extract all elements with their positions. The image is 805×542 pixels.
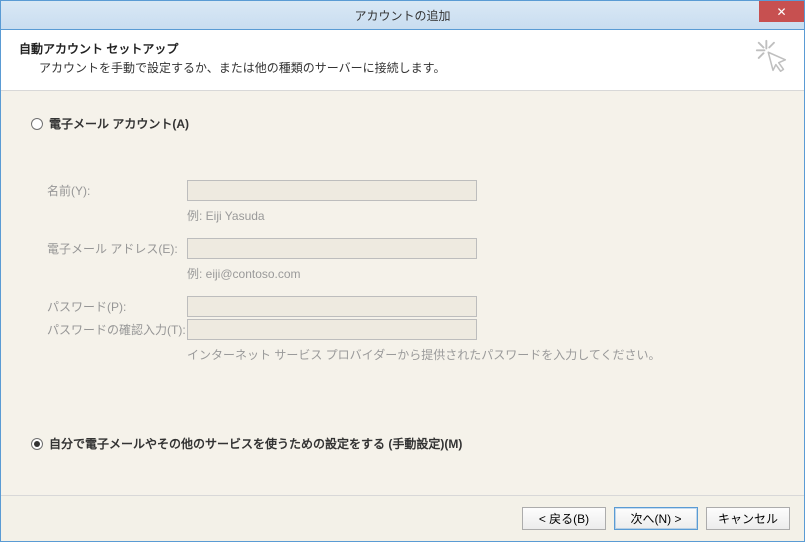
password-confirm-input xyxy=(187,319,477,340)
name-input xyxy=(187,180,477,201)
password-input xyxy=(187,296,477,317)
email-input xyxy=(187,238,477,259)
wizard-footer: < 戻る(B) 次へ(N) > キャンセル xyxy=(1,495,804,541)
radio-icon xyxy=(31,438,43,450)
back-button[interactable]: < 戻る(B) xyxy=(522,507,606,530)
password-confirm-label: パスワードの確認入力(T): xyxy=(47,321,187,338)
close-button[interactable]: ✕ xyxy=(759,1,804,22)
add-account-window: アカウントの追加 ✕ 自動アカウント セットアップ アカウントを手動で設定するか… xyxy=(0,0,805,542)
cursor-click-icon xyxy=(754,38,792,76)
page-subheading: アカウントを手動で設定するか、または他の種類のサーバーに接続します。 xyxy=(39,59,786,76)
password-label: パスワード(P): xyxy=(47,298,187,315)
name-hint: 例: Eiji Yasuda xyxy=(187,205,265,224)
radio-email-account[interactable]: 電子メール アカウント(A) xyxy=(31,115,778,132)
next-button[interactable]: 次へ(N) > xyxy=(614,507,698,530)
wizard-header: 自動アカウント セットアップ アカウントを手動で設定するか、または他の種類のサー… xyxy=(1,30,804,91)
page-heading: 自動アカウント セットアップ xyxy=(19,40,786,57)
radio-icon xyxy=(31,118,43,130)
radio-email-account-label: 電子メール アカウント(A) xyxy=(49,115,189,132)
email-hint: 例: eiji@contoso.com xyxy=(187,263,301,282)
radio-manual-setup-label: 自分で電子メールやその他のサービスを使うための設定をする (手動設定)(M) xyxy=(49,435,462,452)
password-hint: インターネット サービス プロバイダーから提供されたパスワードを入力してください… xyxy=(187,344,660,363)
window-title: アカウントの追加 xyxy=(354,7,450,24)
email-label: 電子メール アドレス(E): xyxy=(47,240,187,257)
wizard-body: 電子メール アカウント(A) 名前(Y): 例: Eiji Yasuda 電子メ… xyxy=(1,91,804,495)
cancel-button[interactable]: キャンセル xyxy=(706,507,790,530)
name-label: 名前(Y): xyxy=(47,182,187,199)
radio-manual-setup[interactable]: 自分で電子メールやその他のサービスを使うための設定をする (手動設定)(M) xyxy=(31,435,778,452)
email-account-form: 名前(Y): 例: Eiji Yasuda 電子メール アドレス(E): 例: … xyxy=(47,180,778,363)
titlebar: アカウントの追加 ✕ xyxy=(1,1,804,30)
close-icon: ✕ xyxy=(776,5,786,19)
